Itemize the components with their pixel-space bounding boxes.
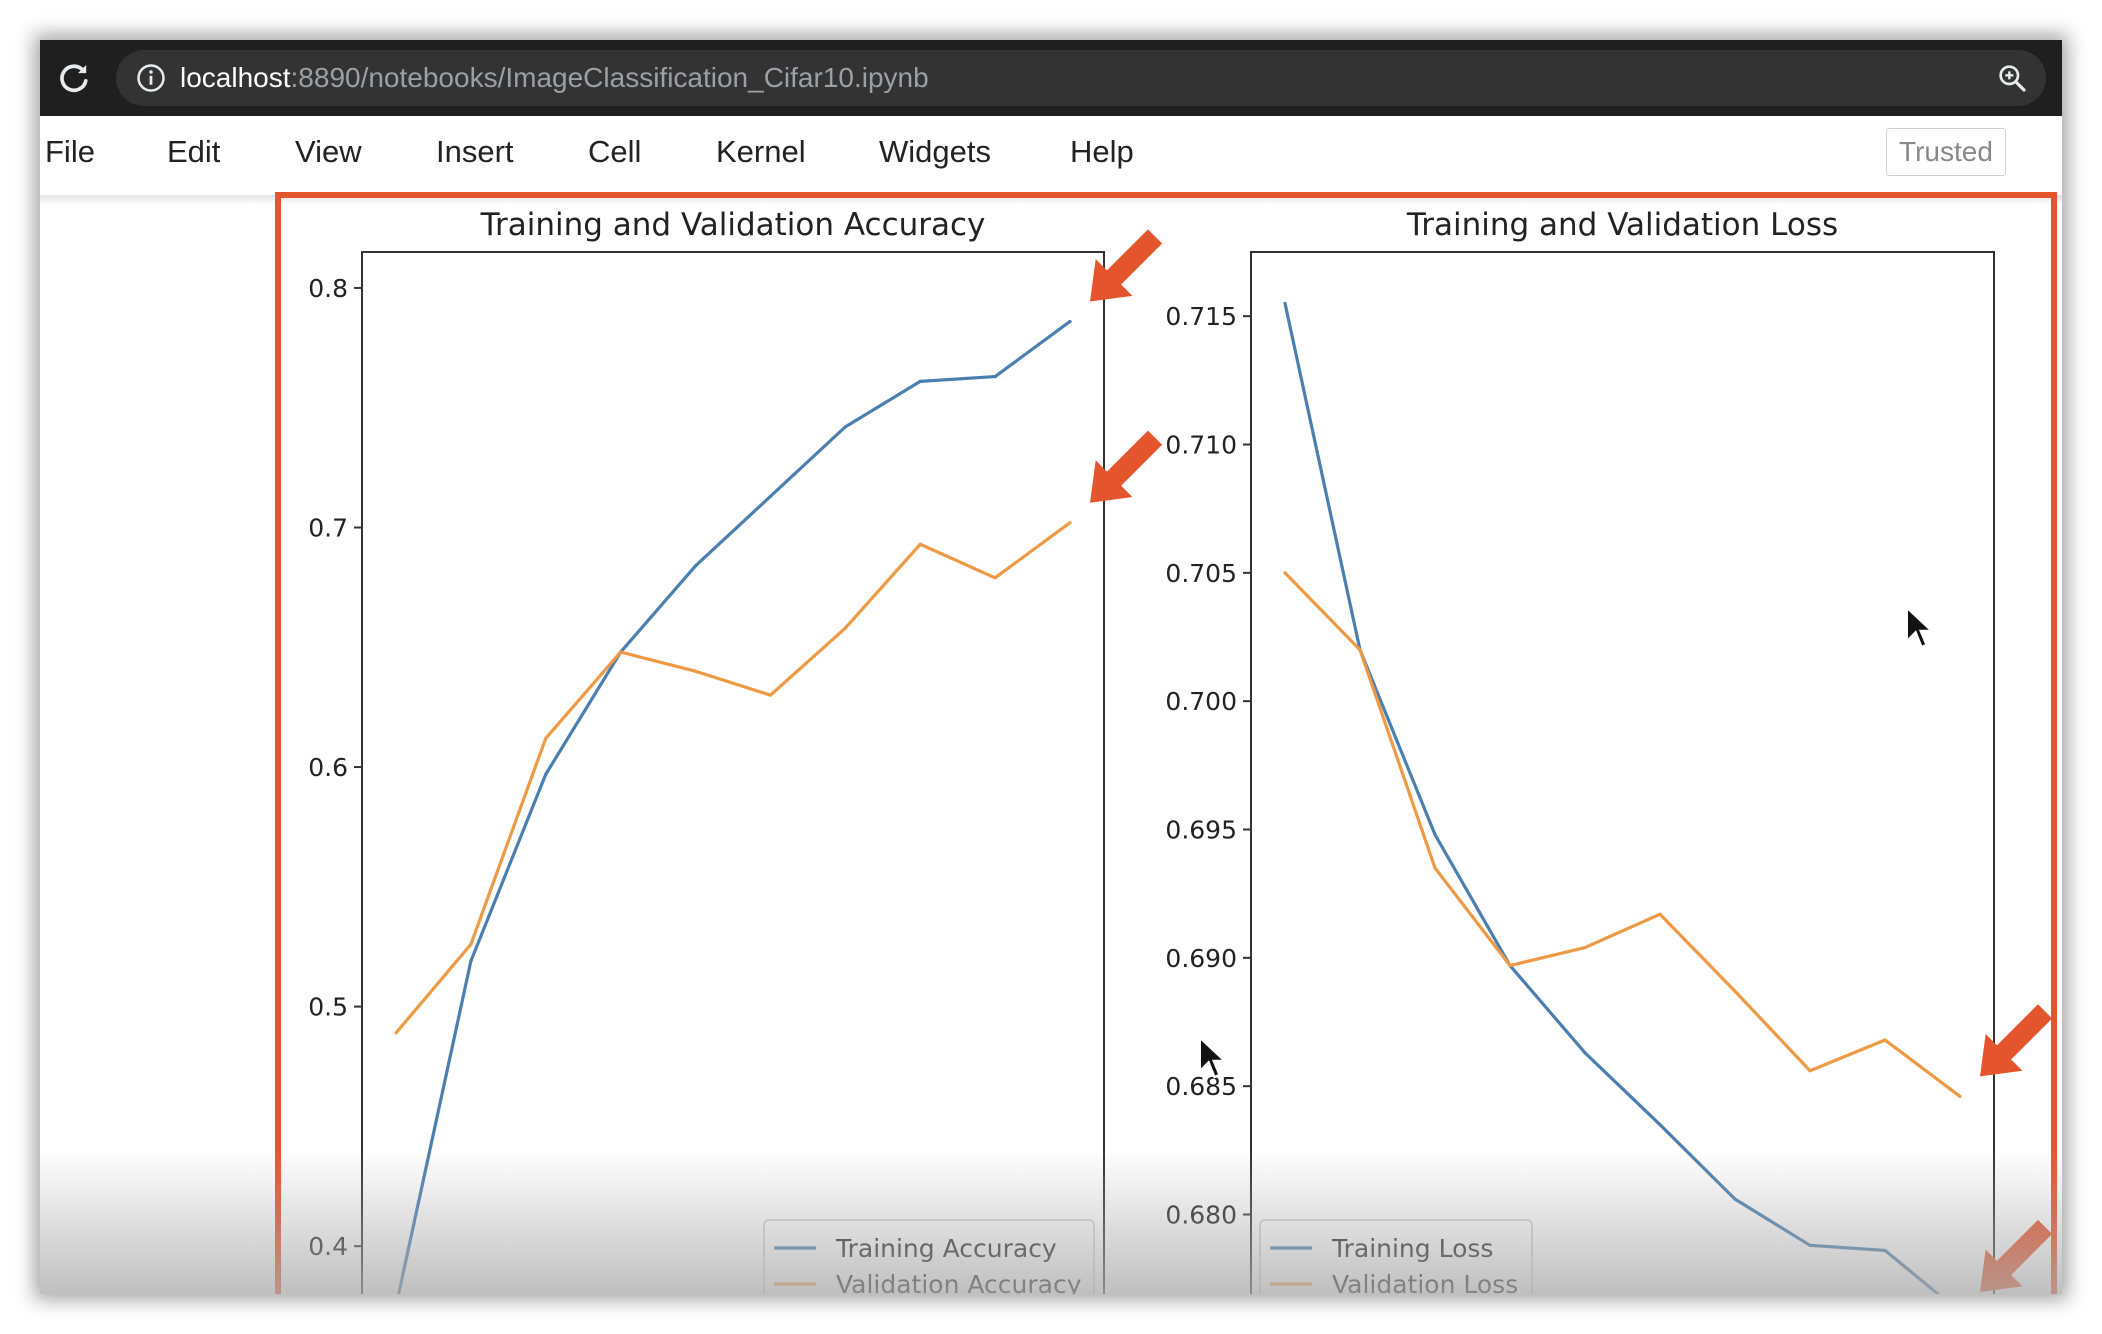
browser-window: localhost:8890/notebooks/ImageClassifica…	[40, 40, 2062, 1294]
mouse-pointer-icon	[1905, 606, 1935, 649]
output-highlight-frame	[275, 192, 2057, 1294]
mouse-pointer-icon	[1198, 1036, 1228, 1079]
